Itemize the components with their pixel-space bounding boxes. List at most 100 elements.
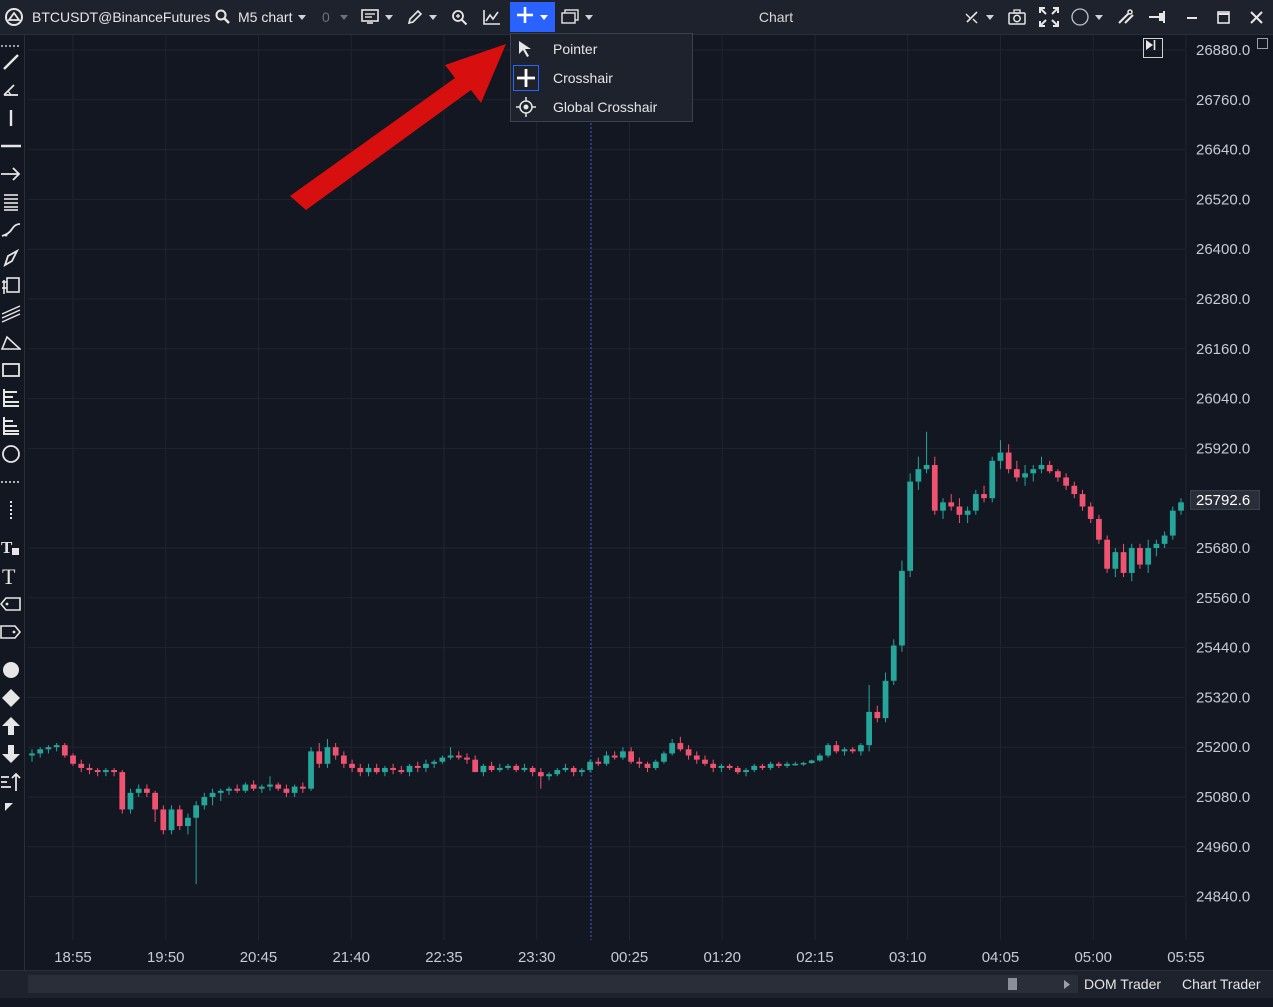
candle-body <box>899 570 905 646</box>
rectangle-tool-icon[interactable] <box>0 359 22 381</box>
settings-button[interactable] <box>1117 0 1135 34</box>
instrument-selector[interactable]: BTCUSDT@BinanceFutures <box>32 0 231 34</box>
fib-extension-icon[interactable] <box>0 415 22 437</box>
time-tick-label: 19:50 <box>147 949 185 966</box>
candle-body <box>825 745 831 756</box>
counter-dropdown[interactable]: 0 <box>322 0 348 34</box>
scroll-right-icon[interactable] <box>1063 971 1075 998</box>
arrow-line-icon[interactable] <box>0 163 22 185</box>
vertical-line-icon[interactable] <box>0 107 22 129</box>
zoom-button[interactable] <box>451 0 468 34</box>
text-tool-icon[interactable]: T <box>0 565 22 587</box>
chart-type-label: M5 chart <box>238 9 293 25</box>
candle-body <box>111 770 117 773</box>
drawing-tool-button[interactable] <box>407 0 437 34</box>
ray-tool-icon[interactable] <box>0 79 22 101</box>
candle-body <box>620 751 626 758</box>
candle-body <box>858 745 864 752</box>
pencil-icon <box>407 9 423 25</box>
candle-body <box>1071 485 1078 495</box>
dotted-vertical-icon[interactable] <box>0 499 22 521</box>
scale-settings-icon[interactable] <box>1257 38 1268 49</box>
arrow-down-icon[interactable] <box>0 743 22 765</box>
channel-tool-icon[interactable] <box>0 303 22 325</box>
fullscreen-button[interactable] <box>1038 0 1060 34</box>
candle-body <box>86 767 93 771</box>
scrollbar-thumb[interactable] <box>1008 978 1017 990</box>
arrow-up-icon[interactable] <box>0 715 22 737</box>
price-chart[interactable]: 26880.0 26760.0 26640.0 26520.0 26400.0 26280… <box>25 35 1273 970</box>
candle-body <box>554 770 561 775</box>
window-layout-button[interactable] <box>561 0 593 34</box>
pen-tool-icon[interactable] <box>0 247 22 269</box>
candle-body <box>94 770 101 773</box>
candle-body <box>833 745 840 752</box>
search-icon[interactable] <box>215 9 231 25</box>
fib-retracement-icon[interactable] <box>0 387 22 409</box>
dot-marker-icon[interactable] <box>0 659 22 681</box>
chart-type-dropdown[interactable]: M5 chart <box>238 0 307 34</box>
candle-body <box>1079 494 1086 507</box>
menu-item-pointer[interactable]: Pointer <box>511 34 692 63</box>
candle-body <box>513 765 520 771</box>
horizontal-line-icon[interactable] <box>0 135 22 157</box>
candle-body <box>669 743 676 754</box>
candle-body <box>390 767 396 771</box>
close-button[interactable] <box>1250 0 1263 34</box>
link-icon <box>964 9 980 25</box>
link-button[interactable] <box>964 0 994 34</box>
dom-trader-tab[interactable]: DOM Trader <box>1084 971 1161 998</box>
candle-body <box>505 765 511 768</box>
window-title: Chart <box>758 9 794 25</box>
candle-body <box>37 749 44 754</box>
measure-tool-icon[interactable] <box>0 275 22 297</box>
dotted-line-icon[interactable] <box>0 471 22 493</box>
curve-tool-icon[interactable] <box>0 219 22 241</box>
candle-body <box>611 755 618 758</box>
sort-icon[interactable] <box>0 771 22 793</box>
price-label-icon[interactable] <box>0 593 22 615</box>
minimize-button[interactable] <box>1186 0 1198 34</box>
line-tool-icon[interactable] <box>0 51 22 73</box>
text-lock-icon[interactable]: T <box>0 537 22 559</box>
tag-label-icon[interactable] <box>0 621 22 643</box>
candle-body <box>168 809 175 831</box>
time-tick-label: 05:00 <box>1074 949 1112 966</box>
chart-canvas[interactable]: 26880.0 26760.0 26640.0 26520.0 26400.0 26280… <box>25 35 1273 970</box>
triangle-tool-icon[interactable] <box>0 331 22 353</box>
annotation-arrow <box>290 44 506 210</box>
candle-body <box>365 767 372 773</box>
candle-body <box>923 465 930 470</box>
candle-body <box>1112 552 1119 569</box>
template-button[interactable] <box>361 0 393 34</box>
chart-trader-tab[interactable]: Chart Trader <box>1182 971 1261 998</box>
ellipse-tool-icon[interactable] <box>0 443 22 465</box>
expand-arrow-icon[interactable] <box>0 797 22 819</box>
link-group-button[interactable] <box>1071 0 1103 34</box>
scroll-to-end-button[interactable] <box>1143 38 1163 58</box>
drawing-tools-sidebar: T T <box>0 35 25 970</box>
screenshot-button[interactable] <box>1008 0 1026 34</box>
horizontal-lines-icon[interactable] <box>0 191 22 213</box>
candle-body <box>176 809 183 827</box>
candle-body <box>283 788 290 793</box>
time-tick-label: 18:55 <box>54 949 92 966</box>
pin-button[interactable] <box>1148 0 1166 34</box>
maximize-button[interactable] <box>1217 0 1230 34</box>
candle-body <box>931 465 938 511</box>
app-logo-icon <box>4 0 24 34</box>
candle-body <box>661 753 667 762</box>
candle-body <box>874 711 881 719</box>
horizontal-scrollbar[interactable] <box>28 975 1078 993</box>
candle-body <box>940 502 946 511</box>
indicators-button[interactable] <box>483 0 501 34</box>
candle-body <box>78 763 85 768</box>
candle-body <box>1096 518 1102 540</box>
price-tick-label: 25560.0 <box>1196 590 1250 607</box>
candle-body <box>496 767 503 771</box>
diamond-marker-icon[interactable] <box>0 687 22 709</box>
menu-item-global-crosshair[interactable]: Global Crosshair <box>511 92 692 121</box>
candle-body <box>603 755 610 764</box>
menu-item-crosshair[interactable]: Crosshair <box>511 63 692 92</box>
crosshair-mode-button[interactable] <box>510 2 555 32</box>
